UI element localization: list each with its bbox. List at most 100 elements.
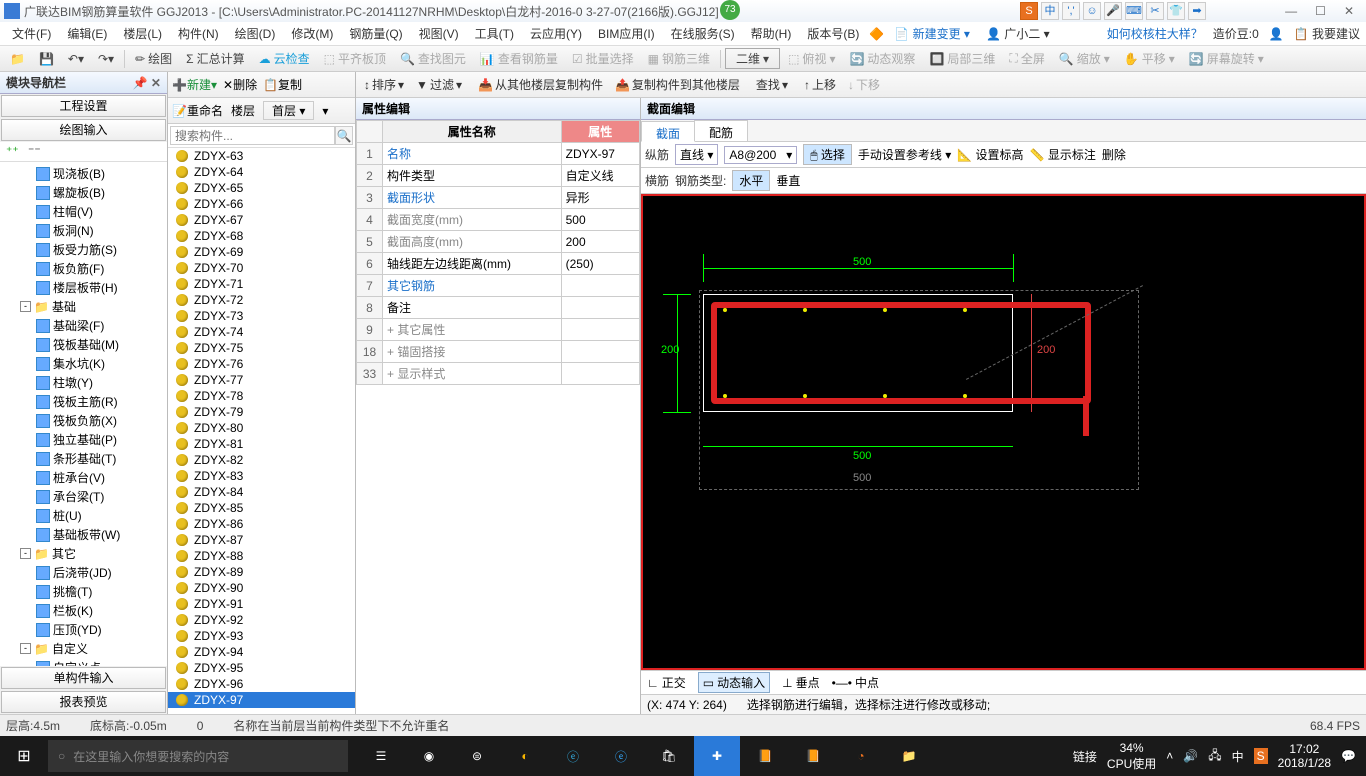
tb-fullscreen[interactable]: ⛶ 全屏 <box>1003 48 1050 69</box>
property-row[interactable]: 7其它钢筋 <box>357 275 640 297</box>
nav-tree[interactable]: 现浇板(B)螺旋板(B)柱帽(V)板洞(N)板受力筋(S)板负筋(F)楼层板带(… <box>0 162 167 666</box>
start-button[interactable]: ⊞ <box>0 736 48 776</box>
component-item[interactable]: ZDYX-77 <box>168 372 355 388</box>
tb-pan[interactable]: ✋ 平移 ▾ <box>1118 48 1181 69</box>
tb-undo[interactable]: ↶▾ <box>62 50 90 68</box>
tree-node[interactable]: -📁基础 <box>2 297 165 316</box>
tb-find-elem[interactable]: 🔍 查找图元 <box>394 48 472 69</box>
component-item[interactable]: ZDYX-75 <box>168 340 355 356</box>
tree-node[interactable]: 筏板主筋(R) <box>2 392 165 411</box>
user-button[interactable]: 👤 广小二 ▾ <box>980 23 1056 44</box>
menu-draw[interactable]: 绘图(D) <box>229 23 282 44</box>
maximize-button[interactable]: ☐ <box>1315 4 1326 18</box>
component-item[interactable]: ZDYX-70 <box>168 260 355 276</box>
ref-line-button[interactable]: 手动设置参考线 ▾ <box>858 146 951 163</box>
tree-node[interactable]: 基础梁(F) <box>2 316 165 335</box>
tb-rotate[interactable]: 🔄 屏幕旋转 ▾ <box>1183 48 1270 69</box>
ortho-button[interactable]: ∟ 正交 <box>647 674 686 691</box>
component-item[interactable]: ZDYX-72 <box>168 292 355 308</box>
app-icon-7[interactable]: ◔ <box>838 736 884 776</box>
horizontal-button[interactable]: 水平 <box>732 170 770 191</box>
app-icon-8[interactable]: 📁 <box>886 736 932 776</box>
ime-mic[interactable]: 🎤 <box>1104 2 1122 20</box>
component-item[interactable]: ZDYX-88 <box>168 548 355 564</box>
component-item[interactable]: ZDYX-92 <box>168 612 355 628</box>
tree-node[interactable]: 集水坑(K) <box>2 354 165 373</box>
component-item[interactable]: ZDYX-84 <box>168 484 355 500</box>
ime-more[interactable]: ➡ <box>1188 2 1206 20</box>
tb-draw[interactable]: ✏ 绘图 <box>129 48 178 69</box>
component-item[interactable]: ZDYX-80 <box>168 420 355 436</box>
tree-node[interactable]: 基础板带(W) <box>2 525 165 544</box>
component-item[interactable]: ZDYX-64 <box>168 164 355 180</box>
floor-select[interactable]: 首层 ▾ <box>263 101 314 120</box>
menu-tools[interactable]: 工具(T) <box>469 23 520 44</box>
tree-node[interactable]: 自定义点 <box>2 658 165 666</box>
sort-button[interactable]: ↕ 排序 ▾ <box>360 74 408 95</box>
property-row[interactable]: 8备注 <box>357 297 640 319</box>
menu-floor[interactable]: 楼层(L) <box>117 23 168 44</box>
tree-node[interactable]: -📁自定义 <box>2 639 165 658</box>
menu-rebar[interactable]: 钢筋量(Q) <box>343 23 408 44</box>
find-button[interactable]: 查找 ▾ <box>752 74 792 95</box>
component-item[interactable]: ZDYX-73 <box>168 308 355 324</box>
tree-node[interactable]: 后浇带(JD) <box>2 563 165 582</box>
app-icon-6[interactable]: 📙 <box>790 736 836 776</box>
vertical-button[interactable]: 垂直 <box>776 172 800 189</box>
component-list[interactable]: ZDYX-63ZDYX-64ZDYX-65ZDYX-66ZDYX-67ZDYX-… <box>168 148 355 714</box>
component-item[interactable]: ZDYX-90 <box>168 580 355 596</box>
component-item[interactable]: ZDYX-63 <box>168 148 355 164</box>
tray-vol-icon[interactable]: 🔊 <box>1183 749 1198 763</box>
store-icon[interactable]: 🛍 <box>646 736 692 776</box>
menu-modify[interactable]: 修改(M) <box>285 23 339 44</box>
rename-button[interactable]: 📝重命名 <box>172 102 223 119</box>
component-item[interactable]: ZDYX-65 <box>168 180 355 196</box>
collapse-icon[interactable]: ⁻⁻ <box>28 144 41 158</box>
delete-button[interactable]: ✕删除 <box>223 76 257 93</box>
perp-button[interactable]: ⊥ 垂点 <box>782 674 819 691</box>
component-item[interactable]: ZDYX-89 <box>168 564 355 580</box>
ime-punct[interactable]: ',' <box>1062 2 1080 20</box>
tray-up-icon[interactable]: ˄ <box>1166 749 1173 763</box>
search-input[interactable] <box>170 126 335 145</box>
tree-node[interactable]: 筏板基础(M) <box>2 335 165 354</box>
ime-emoji[interactable]: ☺ <box>1083 2 1101 20</box>
tray-link[interactable]: 链接 <box>1073 748 1097 765</box>
menu-edit[interactable]: 编辑(E) <box>61 23 113 44</box>
midpoint-button[interactable]: •—• 中点 <box>832 674 879 691</box>
copy-to-button[interactable]: 📤 复制构件到其他楼层 <box>611 74 744 95</box>
tb-local-3d[interactable]: 🔲 局部三维 <box>923 48 1001 69</box>
component-item[interactable]: ZDYX-97 <box>168 692 355 708</box>
ime-logo[interactable]: S <box>1020 2 1038 20</box>
component-item[interactable]: ZDYX-87 <box>168 532 355 548</box>
ie-icon[interactable]: ⓔ <box>598 736 644 776</box>
more-button[interactable]: ▾ <box>322 104 328 118</box>
tb-2d[interactable]: 二维 ▾ <box>725 48 780 69</box>
tb-batch-select[interactable]: ☑ 批量选择 <box>566 48 640 69</box>
component-item[interactable]: ZDYX-91 <box>168 596 355 612</box>
ime-skin[interactable]: 👕 <box>1167 2 1185 20</box>
new-change-button[interactable]: 📄 新建变更 ▾ <box>888 23 976 44</box>
expand-icon[interactable]: ⁺⁺ <box>6 144 19 158</box>
tree-node[interactable]: 挑檐(T) <box>2 582 165 601</box>
new-button[interactable]: ➕新建▾ <box>172 76 217 93</box>
component-item[interactable]: ZDYX-79 <box>168 404 355 420</box>
tree-node[interactable]: 柱墩(Y) <box>2 373 165 392</box>
menu-version[interactable]: 版本号(B) <box>801 23 865 44</box>
tree-node[interactable]: -📁其它 <box>2 544 165 563</box>
delete-rebar-button[interactable]: 删除 <box>1102 146 1126 163</box>
property-row[interactable]: 3截面形状异形 <box>357 187 640 209</box>
dyn-input-button[interactable]: ▭ 动态输入 <box>698 672 770 693</box>
component-item[interactable]: ZDYX-76 <box>168 356 355 372</box>
tree-node[interactable]: 桩(U) <box>2 506 165 525</box>
minimize-button[interactable]: — <box>1285 4 1297 18</box>
tray-net-icon[interactable]: 🖧 <box>1208 746 1221 767</box>
component-item[interactable]: ZDYX-68 <box>168 228 355 244</box>
mode-select[interactable]: 直线 ▾ <box>675 144 718 165</box>
component-item[interactable]: ZDYX-69 <box>168 244 355 260</box>
tree-node[interactable]: 独立基础(P) <box>2 430 165 449</box>
component-item[interactable]: ZDYX-95 <box>168 660 355 676</box>
ime-cn[interactable]: 中 <box>1041 2 1059 20</box>
property-row[interactable]: 9+ 其它属性 <box>357 319 640 341</box>
property-row[interactable]: 4截面宽度(mm)500 <box>357 209 640 231</box>
